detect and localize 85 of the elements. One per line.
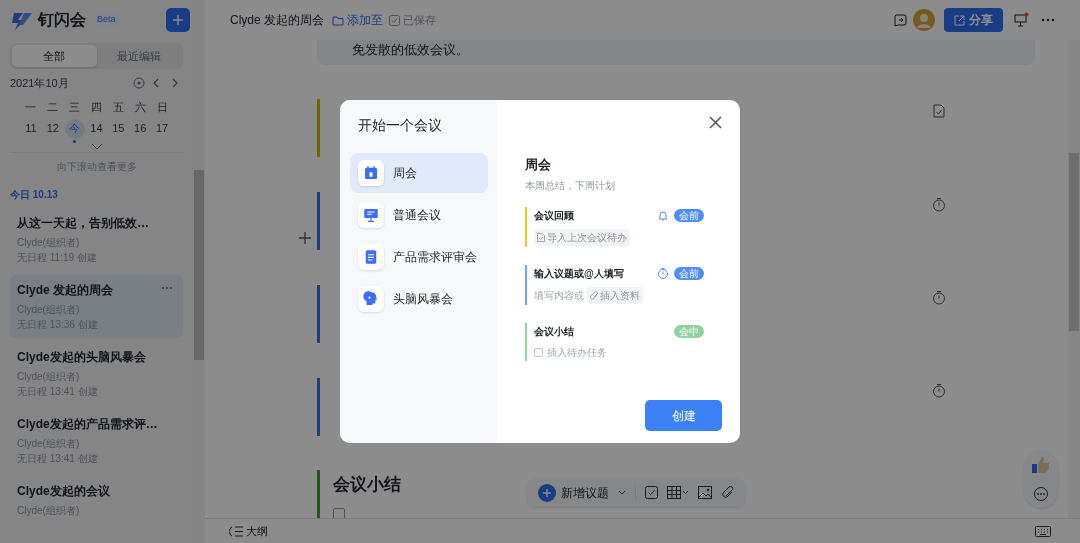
weekday-label: 二 <box>46 100 60 115</box>
scrollbar-thumb[interactable] <box>194 170 204 360</box>
weekday-label: 六 <box>133 100 147 115</box>
add-to-link[interactable]: 添加至 <box>332 11 383 29</box>
meeting-title: Clyde发起的会议 <box>17 482 110 500</box>
calendar-day[interactable]: 14 <box>86 118 107 139</box>
meeting-title: Clyde发起的产品需求评… <box>17 415 158 433</box>
document-title: Clyde 发起的周会 <box>230 12 324 29</box>
new-meeting-button[interactable] <box>166 8 190 32</box>
stopwatch-icon <box>657 267 669 279</box>
document-check-icon[interactable] <box>933 103 945 118</box>
phase-tag: 会前 <box>674 208 704 222</box>
weekday-label: 日 <box>155 100 169 115</box>
template-item[interactable]: 产品需求评审会 <box>350 237 488 277</box>
attachment-icon[interactable] <box>721 485 734 500</box>
saved-status: 已保存 <box>389 11 436 29</box>
image-icon[interactable] <box>698 486 712 499</box>
weekday-label: 一 <box>24 100 38 115</box>
meeting-title: Clyde发起的头脑风暴会 <box>17 348 146 366</box>
todo-option[interactable]: 插入待办任务 <box>534 344 607 360</box>
meeting-title: 从这一天起，告别低效… <box>17 214 149 232</box>
more-icon[interactable] <box>1041 18 1055 22</box>
modal-title: 开始一个会议 <box>357 116 443 135</box>
plus-icon <box>538 483 556 502</box>
attachment-icon <box>590 290 598 300</box>
weekday-label: 五 <box>111 100 125 115</box>
template-item[interactable]: 头脑风暴会 <box>350 279 488 319</box>
agenda-title: 会议小结 <box>534 324 574 339</box>
presentation-icon[interactable] <box>1013 12 1029 28</box>
add-topic-button[interactable]: 新增议题 <box>538 483 609 502</box>
calendar-day[interactable]: 16 <box>130 118 151 139</box>
table-icon[interactable] <box>667 486 689 499</box>
history-icon[interactable] <box>893 13 907 27</box>
outline-button[interactable]: 大纲 <box>229 522 268 540</box>
agenda-title: 会议回顾 <box>534 208 574 223</box>
month-label: 2021年10月 <box>10 75 69 91</box>
tab[interactable]: 最近编辑 <box>96 45 181 67</box>
outline-icon <box>229 525 243 537</box>
task-icon[interactable] <box>645 486 658 499</box>
close-icon[interactable] <box>709 116 722 129</box>
template-item[interactable]: 普通会议 <box>350 195 488 235</box>
scrollbar-thumb[interactable] <box>1069 153 1079 331</box>
next-icon[interactable] <box>171 78 179 88</box>
attach-chip[interactable]: 插入资料 <box>587 286 643 304</box>
share-button[interactable]: 分享 <box>944 8 1003 32</box>
thumbs-up-icon[interactable] <box>1031 456 1051 474</box>
folder-icon <box>332 14 344 26</box>
document-check-icon <box>537 232 545 242</box>
template-item[interactable]: 周会 <box>350 153 488 193</box>
share-icon <box>954 14 965 26</box>
stopwatch-icon[interactable] <box>932 289 946 305</box>
intro-text: 免发散的低效会议。 <box>352 41 469 59</box>
plus-icon <box>172 14 184 26</box>
calendar-day[interactable]: 17 <box>152 118 173 139</box>
bell-icon <box>657 209 669 221</box>
calendar-day[interactable]: 11 <box>20 118 41 139</box>
add-icon[interactable] <box>299 231 311 244</box>
comment-icon[interactable] <box>1033 486 1049 502</box>
template-subtitle: 本周总结，下周计划 <box>525 178 616 193</box>
stopwatch-icon[interactable] <box>932 382 946 398</box>
meeting-title: Clyde 发起的周会 <box>17 281 113 299</box>
create-button[interactable]: 创建 <box>645 400 722 431</box>
previous-icon[interactable] <box>152 78 160 88</box>
calendar-day[interactable]: 15 <box>108 118 129 139</box>
calendar-day[interactable]: 12 <box>42 118 63 139</box>
keyboard-icon[interactable] <box>1035 525 1051 537</box>
section-heading: 会议小结 <box>333 473 401 496</box>
hint-text: 填写内容或 <box>534 288 584 303</box>
checkbox[interactable] <box>333 508 345 518</box>
template-title: 周会 <box>525 156 552 174</box>
caret-icon[interactable] <box>618 490 626 495</box>
import-chip[interactable]: 导入上次会议待办 <box>534 228 630 246</box>
weekday-label: 四 <box>90 100 103 115</box>
beta-badge: Beta <box>92 13 121 27</box>
date-header: 今日 10.13 <box>9 187 59 202</box>
agenda-title: 输入议题或@人填写 <box>534 266 624 281</box>
phase-tag: 会中 <box>674 324 704 338</box>
today-icon[interactable] <box>133 77 145 89</box>
stopwatch-icon[interactable] <box>932 196 946 212</box>
check-icon <box>389 14 400 26</box>
phase-tag: 会前 <box>674 266 704 280</box>
expand-icon[interactable] <box>90 142 103 150</box>
app-name: 钉闪会 <box>38 10 86 30</box>
calendar-day[interactable]: 今 <box>64 118 85 139</box>
tab[interactable]: 全部 <box>12 45 97 67</box>
